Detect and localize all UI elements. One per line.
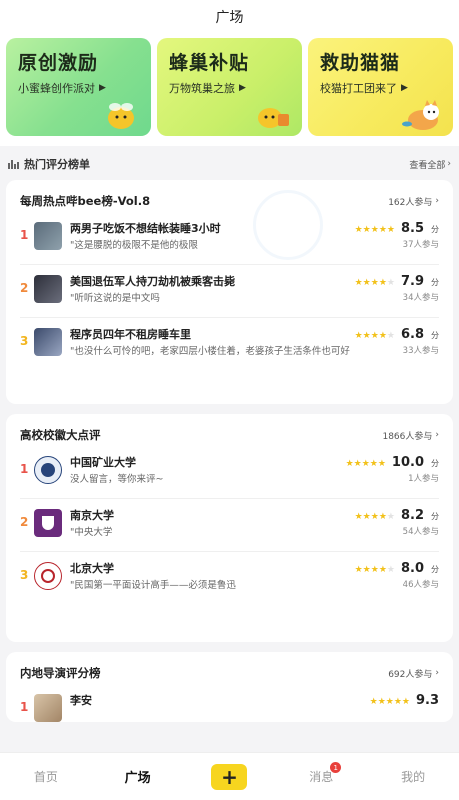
triangle-right-icon: ▶ [239, 83, 246, 93]
rank-number: 3 [20, 334, 29, 348]
score-unit: 分 [431, 225, 439, 234]
score-unit: 分 [431, 278, 439, 287]
bee-with-bag-icon [258, 108, 289, 128]
chevron-right-icon: › [435, 430, 439, 440]
score: 8.0 [400, 561, 424, 576]
card-title: 内地导演评分榜 [20, 666, 101, 680]
top-bar: 广场 [0, 0, 459, 34]
ranking-card-directors[interactable]: 内地导演评分榜 692人参与 › 1 李安 ★★★★★ 9.3 [6, 652, 453, 722]
banner-title: 救助猫猫 [320, 52, 401, 74]
chevron-right-icon: › [447, 159, 451, 169]
card-title: 每周热点哔bee榜-Vol.8 [20, 194, 151, 208]
hot-rankings-header: 热门评分榜单 查看全部 › [0, 146, 459, 180]
rank-number: 1 [20, 700, 29, 714]
tab-home[interactable]: 首页 [16, 768, 76, 785]
card-title: 高校校徽大点评 [20, 428, 101, 442]
item-participants: 46人参与 [402, 580, 439, 590]
banner-subtitle: 万物筑巢之旅 ▶ [169, 82, 246, 95]
tab-me[interactable]: 我的 [383, 768, 443, 785]
rank-number: 2 [20, 281, 29, 295]
chevron-right-icon: › [435, 668, 439, 678]
star-rating: ★★★★★ [354, 225, 395, 235]
triangle-right-icon: ▶ [99, 83, 106, 93]
score: 8.2 [400, 508, 424, 523]
star-rating: ★★★★★ [354, 512, 395, 522]
mountain-icon [8, 159, 19, 169]
item-participants: 37人参与 [402, 240, 439, 250]
unread-badge: 1 [330, 762, 342, 773]
banner-title: 蜂巢补贴 [169, 52, 250, 74]
hot-rankings-label: 热门评分榜单 [8, 156, 90, 172]
page-title: 广场 [215, 10, 244, 26]
score: 10.0 [391, 455, 424, 470]
star-rating: ★★★★★ [354, 565, 395, 575]
ranking-item[interactable]: 2 南京大学 "中央大学 ★★★★★ 8.2 分 54人参与 [20, 499, 439, 552]
ranking-card-university-badges[interactable]: 高校校徽大点评 1866人参与 › 1 中国矿业大学 没人留言，等你来评~ ★★★… [6, 414, 453, 642]
bottom-tab-bar: 首页 广场 + 消息 1 我的 [0, 752, 459, 800]
item-thumbnail [34, 694, 62, 722]
star-rating: ★★★★★ [345, 459, 386, 469]
banner-hive-subsidy[interactable]: 蜂巢补贴 万物筑巢之旅 ▶ [157, 38, 302, 136]
card-participants[interactable]: 1866人参与 › [382, 429, 439, 442]
ranking-card-weekly-hot[interactable]: 每周热点哔bee榜-Vol.8 162人参与 › 1 两男子吃饭不想结帐装睡3小时… [6, 180, 453, 404]
score-unit: 分 [431, 565, 439, 574]
ranking-item[interactable]: 3 北京大学 "民国第一平面设计高手——必须是鲁迅 ★★★★★ 8.0 分 46人参… [20, 552, 439, 634]
score: 7.9 [400, 274, 424, 289]
score: 6.8 [400, 327, 424, 342]
ranking-item[interactable]: 2 美国退伍军人持刀劫机被乘客击毙 "听听这说的是中文吗 ★★★★★ 7.9 分 3… [20, 265, 439, 318]
star-rating: ★★★★★ [354, 278, 395, 288]
university-logo-icon [34, 509, 62, 537]
banner-row: 原创激励 小蜜蜂创作派对 ▶ 蜂巢补贴 万物筑巢之旅 ▶ 救助猫猫 校猫打工团来了 ▶ [0, 34, 459, 146]
item-participants: 1人参与 [408, 474, 439, 484]
score: 9.3 [415, 693, 439, 708]
banner-title: 原创激励 [18, 52, 99, 74]
banner-rescue-cats[interactable]: 救助猫猫 校猫打工团来了 ▶ [308, 38, 453, 136]
see-all-link[interactable]: 查看全部 › [409, 158, 451, 171]
rank-number: 3 [20, 568, 29, 582]
university-logo-icon [34, 562, 62, 590]
ranking-item[interactable]: 1 两男子吃饭不想结帐装睡3小时 "这是腰脱的极限不是他的极限 ★★★★★ 8.5… [20, 212, 439, 265]
rank-number: 1 [20, 462, 29, 476]
ranking-item[interactable]: 1 中国矿业大学 没人留言，等你来评~ ★★★★★ 10.0 分 1人参与 [20, 446, 439, 499]
item-participants: 34人参与 [402, 293, 439, 303]
bee-mascot-icon [108, 103, 134, 129]
tab-square[interactable]: 广场 [108, 767, 168, 786]
ranking-item[interactable]: 3 程序员四年不租房睡车里 "也没什么可怜的吧，老家四层小楼住着，老婆孩子生活条… [20, 318, 439, 396]
tab-messages[interactable]: 消息 1 [291, 762, 351, 785]
plus-icon[interactable]: + [211, 763, 248, 790]
banner-original-incentive[interactable]: 原创激励 小蜜蜂创作派对 ▶ [6, 38, 151, 136]
card-participants[interactable]: 692人参与 › [388, 667, 439, 680]
item-thumbnail [34, 328, 62, 356]
score-unit: 分 [431, 331, 439, 340]
card-participants[interactable]: 162人参与 › [388, 195, 439, 208]
triangle-right-icon: ▶ [401, 83, 408, 93]
star-rating: ★★★★★ [369, 697, 410, 707]
banner-subtitle: 小蜜蜂创作派对 ▶ [18, 82, 106, 95]
ranking-item[interactable]: 1 李安 ★★★★★ 9.3 [20, 684, 439, 722]
score: 8.5 [400, 221, 424, 236]
star-rating: ★★★★★ [354, 331, 395, 341]
item-thumbnail [34, 222, 62, 250]
rank-number: 1 [20, 228, 29, 242]
item-participants: 33人参与 [402, 346, 439, 356]
item-thumbnail [34, 275, 62, 303]
tab-create[interactable]: + [199, 763, 259, 790]
chevron-right-icon: › [435, 196, 439, 206]
cat-mascot-icon [402, 100, 439, 130]
university-logo-icon [34, 456, 62, 484]
score-unit: 分 [431, 459, 439, 468]
banner-subtitle: 校猫打工团来了 ▶ [320, 82, 408, 95]
score-unit: 分 [431, 512, 439, 521]
item-participants: 54人参与 [402, 527, 439, 537]
rank-number: 2 [20, 515, 29, 529]
